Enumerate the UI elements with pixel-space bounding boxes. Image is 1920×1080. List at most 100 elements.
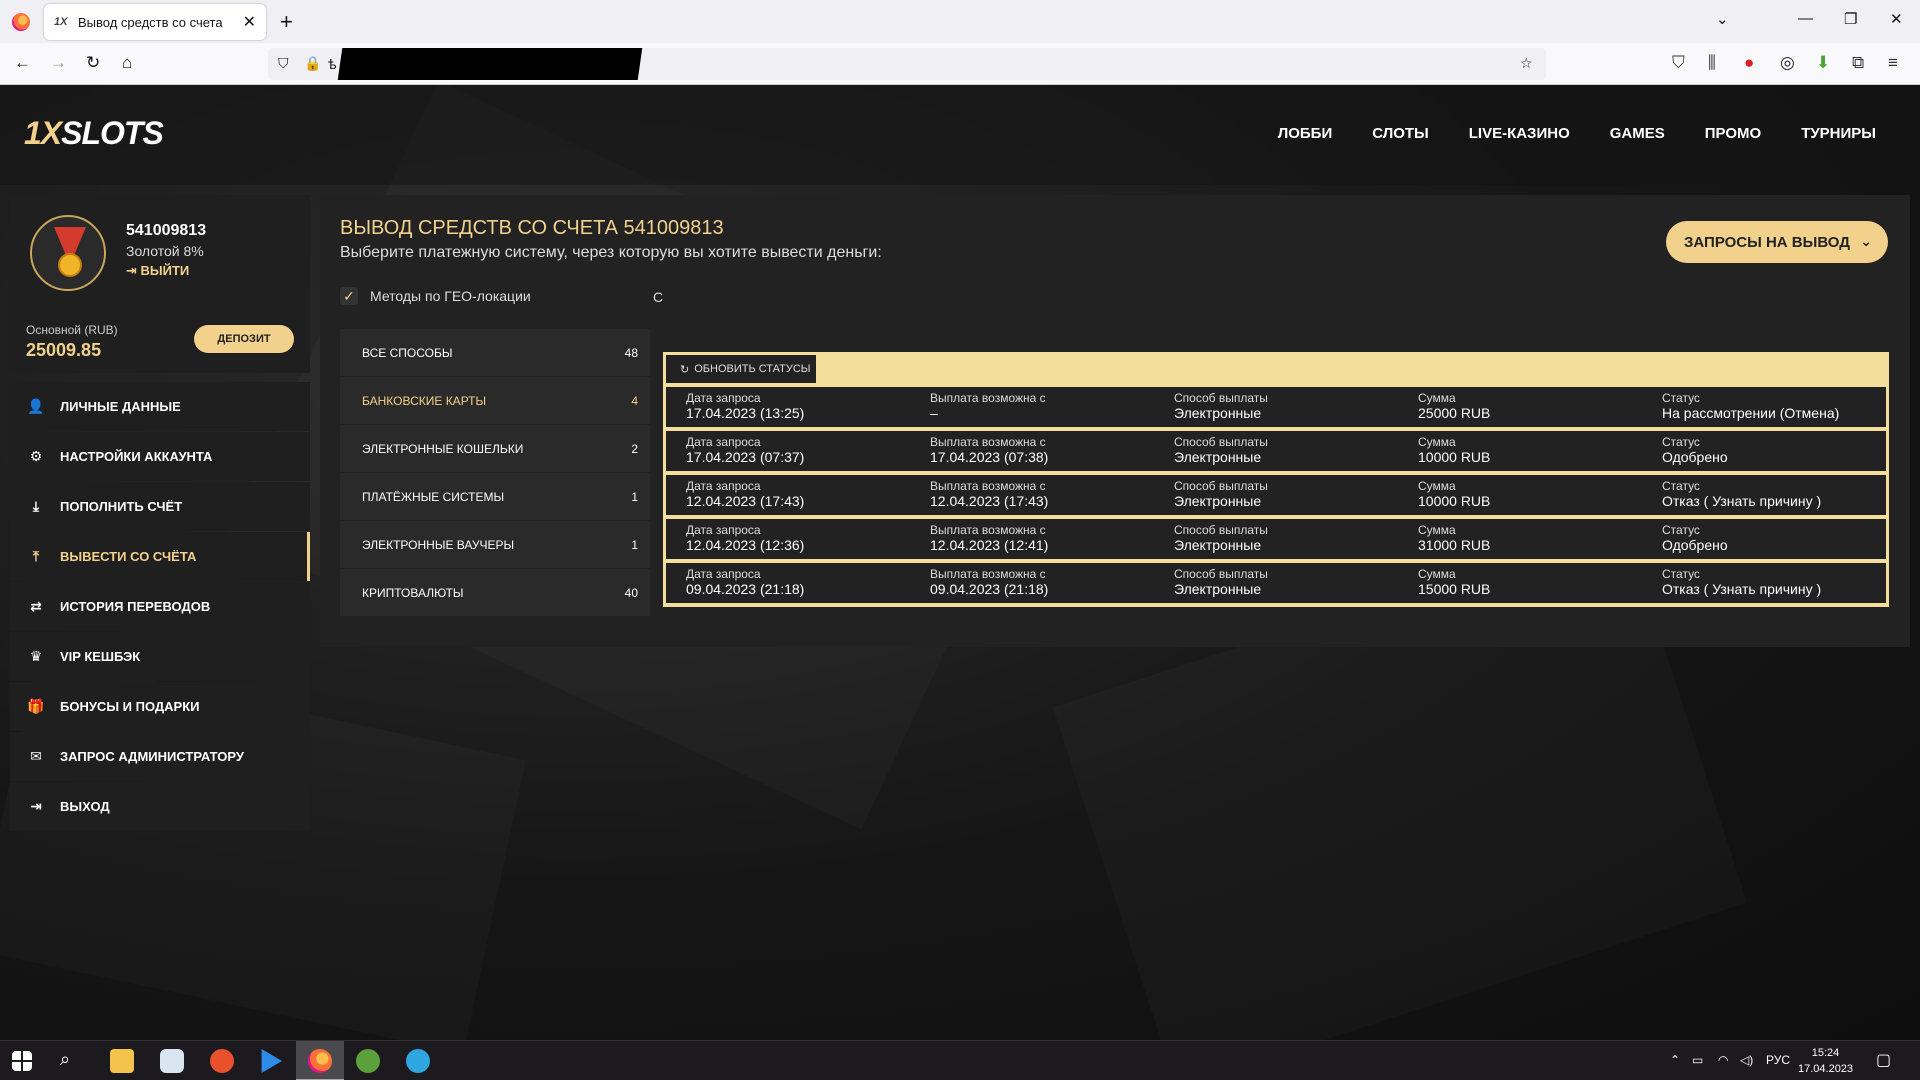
file-explorer-icon[interactable] bbox=[110, 1049, 134, 1073]
amount-label: Сумма bbox=[1418, 479, 1456, 493]
menu-icon[interactable]: ≡ bbox=[1888, 53, 1898, 73]
recycle-icon[interactable] bbox=[160, 1049, 184, 1073]
volume-icon[interactable]: ◁) bbox=[1740, 1053, 1753, 1067]
download-helper-icon[interactable]: ⬇ bbox=[1816, 53, 1830, 73]
sidebar-item-transfer-history[interactable]: ⇄ ИСТОРИЯ ПЕРЕВОДОВ bbox=[10, 582, 310, 631]
status-cell[interactable]: Статус Одобрено bbox=[1642, 519, 1886, 559]
tab-close-icon[interactable]: ✕ bbox=[243, 12, 256, 32]
home-icon[interactable]: ⌂ bbox=[122, 53, 132, 73]
geo-checkbox[interactable]: ✓ bbox=[340, 287, 358, 305]
pocket-icon[interactable]: ⛉ bbox=[1672, 53, 1685, 73]
firefox-taskbar-icon[interactable] bbox=[308, 1049, 332, 1073]
sidebar-item-exit[interactable]: ⇥ ВЫХОД bbox=[10, 782, 310, 831]
tray-chevron-icon[interactable]: ⌃ bbox=[1670, 1053, 1680, 1067]
telegram-icon[interactable] bbox=[406, 1049, 430, 1073]
language-indicator[interactable]: РУС bbox=[1766, 1053, 1790, 1067]
payout-from-value: 17.04.2023 (07:38) bbox=[930, 449, 1049, 465]
withdraw-requests-dropdown: ↻ ОБНОВИТЬ СТАТУСЫ Дата запроса 17.04.2023… bbox=[663, 352, 1889, 607]
geo-filter[interactable]: ✓ Методы по ГЕО-локации bbox=[340, 287, 531, 305]
gift-icon: 🎁 bbox=[27, 698, 45, 714]
sidebar-item-deposit[interactable]: ⤓ ПОПОЛНИТЬ СЧЁТ bbox=[10, 482, 310, 531]
url-bar[interactable]: ⛉ 🔒 ѣ ☆ bbox=[268, 48, 1546, 80]
sidebar-item-bonuses[interactable]: 🎁 БОНУСЫ И ПОДАРКИ bbox=[10, 682, 310, 731]
refresh-statuses-button[interactable]: ↻ ОБНОВИТЬ СТАТУСЫ bbox=[666, 355, 816, 383]
account-menu: 👤 ЛИЧНЫЕ ДАННЫЕ ⚙ НАСТРОЙКИ АККАУНТА ⤓ ПОПО… bbox=[10, 382, 310, 832]
sidebar-item-vip-cashback[interactable]: ♛ VIP КЕШБЭК bbox=[10, 632, 310, 681]
sidebar-item-admin-request[interactable]: ✉ ЗАПРОС АДМИНИСТРАТОРУ bbox=[10, 732, 310, 781]
deposit-button[interactable]: ДЕПОЗИТ bbox=[194, 325, 294, 353]
library-icon[interactable]: ⫼ bbox=[1708, 53, 1716, 73]
request-date-label: Дата запроса bbox=[686, 523, 761, 537]
extension-sync-icon[interactable]: ◎ bbox=[1780, 53, 1795, 73]
window-close-icon[interactable]: ✕ bbox=[1890, 10, 1903, 28]
site-logo[interactable]: 1XSLOTS bbox=[24, 115, 164, 152]
method-all[interactable]: ВСЕ СПОСОБЫ 48 bbox=[340, 329, 650, 376]
withdraw-requests-button[interactable]: ЗАПРОСЫ НА ВЫВОД ⌄ bbox=[1666, 221, 1888, 263]
tab-title: Вывод средств со счета bbox=[78, 14, 223, 30]
table-row[interactable]: Дата запроса 17.04.2023 (07:37) Выплата во… bbox=[666, 431, 1886, 471]
back-icon[interactable]: ← bbox=[14, 53, 31, 73]
nav-games[interactable]: GAMES bbox=[1610, 125, 1665, 142]
lock-icon[interactable]: 🔒 bbox=[304, 55, 321, 72]
method-e-wallets[interactable]: ЭЛЕКТРОННЫЕ КОШЕЛЬКИ 2 bbox=[340, 425, 650, 472]
method-crypto[interactable]: КРИПТОВАЛЮТЫ 40 bbox=[340, 569, 650, 616]
browser-navbar: ← → ↻ ⌂ ⛉ 🔒 ѣ ☆ ⛉ ⫼ ● ◎ ⬇ ⧉ ≡ bbox=[0, 43, 1920, 85]
forward-icon[interactable]: → bbox=[50, 53, 67, 73]
logout-link[interactable]: ⇥ ВЫЙТИ bbox=[126, 263, 189, 279]
status-cell[interactable]: Статус Отказ ( Узнать причину ) bbox=[1642, 563, 1886, 603]
method-payment-systems[interactable]: ПЛАТЁЖНЫЕ СИСТЕМЫ 1 bbox=[340, 473, 650, 520]
status-cell[interactable]: Статус Одобрено bbox=[1642, 431, 1886, 471]
reload-icon[interactable]: ↻ bbox=[86, 53, 100, 73]
table-row[interactable]: Дата запроса 17.04.2023 (13:25) Выплата во… bbox=[666, 387, 1886, 427]
tab-list-chevron-icon[interactable]: ⌄ bbox=[1716, 10, 1729, 28]
new-tab-icon[interactable]: + bbox=[280, 9, 293, 35]
request-date-cell: Дата запроса 12.04.2023 (12:36) bbox=[666, 519, 910, 559]
top-nav: ЛОББИ СЛОТЫ LIVE-КАЗИНО GAMES ПРОМО ТУРН… bbox=[1278, 125, 1876, 142]
table-row[interactable]: Дата запроса 09.04.2023 (21:18) Выплата во… bbox=[666, 563, 1886, 603]
method-e-vouchers[interactable]: ЭЛЕКТРОННЫЕ ВАУЧЕРЫ 1 bbox=[340, 521, 650, 568]
sidebar-item-personal-data[interactable]: 👤 ЛИЧНЫЕ ДАННЫЕ bbox=[10, 382, 310, 431]
method-count: 1 bbox=[631, 489, 638, 504]
chevron-down-icon: ⌄ bbox=[1860, 233, 1872, 249]
extensions-icon[interactable]: ⧉ bbox=[1852, 53, 1864, 73]
clock[interactable]: 15:24 17.04.2023 bbox=[1798, 1045, 1853, 1077]
battery-icon[interactable]: ▭ bbox=[1692, 1053, 1703, 1067]
nav-tournaments[interactable]: ТУРНИРЫ bbox=[1801, 125, 1876, 142]
payout-from-value: – bbox=[930, 405, 938, 421]
nav-promo[interactable]: ПРОМО bbox=[1705, 125, 1761, 142]
request-date-label: Дата запроса bbox=[686, 435, 761, 449]
bookmark-star-icon[interactable]: ☆ bbox=[1520, 55, 1533, 72]
table-row[interactable]: Дата запроса 12.04.2023 (12:36) Выплата во… bbox=[666, 519, 1886, 559]
restore-icon[interactable]: ❐ bbox=[1844, 10, 1857, 28]
request-date-cell: Дата запроса 17.04.2023 (07:37) bbox=[666, 431, 910, 471]
status-value: На рассмотрении (Отмена) bbox=[1662, 405, 1840, 421]
payout-from-cell: Выплата возможна с 09.04.2023 (21:18) bbox=[910, 563, 1154, 603]
table-row[interactable]: Дата запроса 12.04.2023 (17:43) Выплата во… bbox=[666, 475, 1886, 515]
firefox-icon[interactable] bbox=[12, 13, 30, 31]
page-title: ВЫВОД СРЕДСТВ СО СЧЕТА 541009813 bbox=[340, 217, 724, 239]
status-cell[interactable]: Статус Отказ ( Узнать причину ) bbox=[1642, 475, 1886, 515]
media-player-icon[interactable] bbox=[261, 1049, 282, 1073]
nav-slots[interactable]: СЛОТЫ bbox=[1372, 125, 1429, 142]
vip-medal-icon bbox=[30, 215, 106, 291]
shield-icon[interactable]: ⛉ bbox=[278, 55, 289, 72]
sidebar-item-withdraw[interactable]: ⤒ ВЫВЕСТИ СО СЧЁТА bbox=[10, 532, 310, 581]
status-cell[interactable]: Статус На рассмотрении (Отмена) bbox=[1642, 387, 1886, 427]
wifi-icon[interactable]: ◠ bbox=[1718, 1053, 1728, 1067]
browser-tab[interactable]: 1X Вывод средств со счета ✕ bbox=[44, 4, 266, 40]
nav-live-casino[interactable]: LIVE-КАЗИНО bbox=[1469, 125, 1570, 142]
opera-icon[interactable]: ● bbox=[1744, 53, 1754, 73]
request-date-cell: Дата запроса 17.04.2023 (13:25) bbox=[666, 387, 910, 427]
request-date-value: 17.04.2023 (07:37) bbox=[686, 449, 805, 465]
windows-start-icon[interactable] bbox=[12, 1051, 32, 1071]
payout-method-label: Способ выплаты bbox=[1174, 435, 1268, 449]
search-icon[interactable]: ⌕ bbox=[60, 1049, 84, 1073]
nav-lobby[interactable]: ЛОББИ bbox=[1278, 125, 1333, 142]
ccleaner-icon[interactable] bbox=[210, 1049, 234, 1073]
method-count: 2 bbox=[631, 441, 638, 456]
notifications-icon[interactable]: ▢ bbox=[1876, 1050, 1891, 1070]
utorrent-icon[interactable] bbox=[356, 1049, 380, 1073]
minimize-icon[interactable]: — bbox=[1798, 10, 1813, 27]
sidebar-item-account-settings[interactable]: ⚙ НАСТРОЙКИ АККАУНТА bbox=[10, 432, 310, 481]
method-bank-cards[interactable]: БАНКОВСКИЕ КАРТЫ 4 bbox=[340, 377, 650, 424]
